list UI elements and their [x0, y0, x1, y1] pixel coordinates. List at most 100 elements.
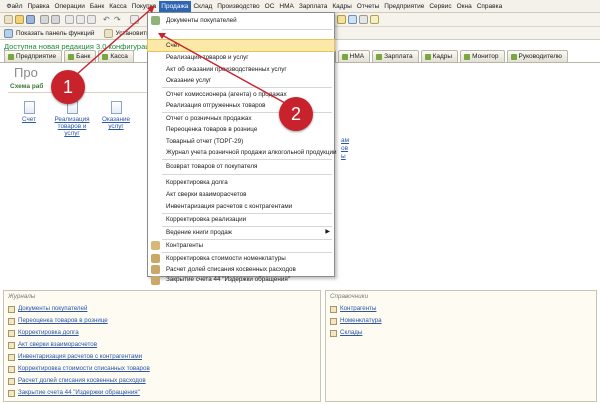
tab-intangibles[interactable]: НМА: [337, 50, 371, 62]
menu-item-settlements-inventory[interactable]: Инвентаризация расчетов с контрагентами: [148, 201, 334, 212]
journal-indirect-costs[interactable]: Расчет долей списания косвенных расходов: [8, 376, 146, 386]
cash-icon: [102, 53, 109, 60]
menu-sales[interactable]: Продажа: [158, 0, 191, 12]
menu-item-invoice[interactable]: Счет: [147, 39, 335, 52]
menu-file[interactable]: Файл: [4, 1, 25, 12]
redo-icon[interactable]: ↷: [114, 15, 121, 24]
calculator-icon[interactable]: [348, 15, 357, 24]
sales-dropdown-menu: Документы покупателей Счет Реализация то…: [147, 12, 337, 285]
menu-item-sales-adjustment[interactable]: Корректировка реализации: [148, 214, 334, 225]
calendar-icon[interactable]: [337, 15, 346, 24]
doc-sales[interactable]: Реализация товаров и услуг: [54, 101, 90, 137]
ref-nomenclature[interactable]: Номенклатура: [330, 316, 382, 326]
copy-icon[interactable]: [76, 15, 85, 24]
menu-fixed-assets[interactable]: ОС: [262, 1, 277, 12]
catalog-icon: [330, 317, 337, 325]
journal-inventory-settlements[interactable]: Инвентаризация расчетов с контрагентами: [8, 352, 142, 362]
new-document-icon[interactable]: [4, 15, 13, 24]
menu-bank[interactable]: Банк: [87, 1, 106, 12]
menu-operations[interactable]: Операции: [52, 1, 87, 12]
menu-purchase[interactable]: Покупка: [129, 1, 159, 12]
menu-warehouse[interactable]: Склад: [191, 1, 215, 12]
paste-icon[interactable]: [87, 15, 96, 24]
menu-item-debt-adjustment[interactable]: Корректировка долга: [148, 177, 334, 188]
journal-label: Инвентаризация расчетов с контрагентами: [18, 353, 143, 360]
menu-intangibles[interactable]: НМА: [277, 1, 296, 12]
menu-item-close-account-44[interactable]: Закрытие счета 44 "Издержки обращения": [148, 275, 334, 285]
submenu-arrow-icon: ▶: [325, 229, 330, 235]
menu-reports[interactable]: Отчеты: [354, 1, 381, 12]
journals-title: Журналы: [8, 293, 36, 300]
document-icon: [23, 101, 35, 114]
partial-link-1[interactable]: ам: [341, 137, 349, 144]
menu-item-label: Отчет о розничных продажах: [166, 115, 252, 122]
show-functions-panel-button[interactable]: Показать панель функций: [16, 30, 95, 37]
ref-warehouses[interactable]: Склады: [330, 328, 362, 338]
menu-item-counterparties[interactable]: Контрагенты: [148, 240, 334, 251]
menu-item-sales-book[interactable]: Ведение книги продаж ▶: [148, 227, 334, 238]
menu-item-production-services-act[interactable]: Акт об оказании производственных услуг: [148, 64, 334, 75]
journal-writeoff-cost-adjustment[interactable]: Корректировка стоимости списанных товаро…: [8, 364, 150, 374]
journal-icon: [8, 365, 15, 373]
menu-service[interactable]: Сервис: [427, 1, 454, 12]
menu-item-cost-adjustment[interactable]: Корректировка стоимости номенклатуры: [148, 253, 334, 264]
menu-item-label: Корректировка долга: [166, 179, 228, 186]
journal-close-account-44[interactable]: Закрытие счета 44 "Издержки обращения": [8, 388, 140, 398]
journal-label: Корректировка долга: [18, 329, 79, 336]
menu-help[interactable]: Справка: [474, 1, 505, 12]
tab-salary[interactable]: Зарплата: [372, 50, 419, 62]
menu-item-label: Документы покупателей: [166, 17, 237, 24]
menu-separator: [162, 29, 332, 30]
doc-services[interactable]: Оказание услуг: [100, 101, 132, 130]
settings-icon[interactable]: [359, 15, 368, 24]
menu-cash[interactable]: Касса: [107, 1, 130, 12]
tab-monitor[interactable]: Монитор: [460, 50, 505, 62]
workflow-scheme-label: Схема раб: [10, 83, 44, 90]
menu-item-alcohol-journal[interactable]: Журнал учета розничной продажи алкогольн…: [148, 147, 337, 158]
tab-hr[interactable]: Кадры: [420, 50, 459, 62]
tab-bank[interactable]: Банк: [64, 50, 97, 62]
tab-cash[interactable]: Касса: [98, 50, 134, 62]
doc-invoice[interactable]: Счет: [18, 101, 40, 123]
journal-retail-revaluation[interactable]: Переоценка товаров в рознице: [8, 316, 108, 326]
menu-item-customer-documents[interactable]: Документы покупателей: [148, 15, 334, 26]
find-icon[interactable]: [130, 15, 139, 24]
cut-icon[interactable]: [65, 15, 74, 24]
menu-item-sales[interactable]: Реализация товаров и услуг: [148, 52, 334, 63]
menu-item-reconciliation-act[interactable]: Акт сверки взаиморасчетов: [148, 189, 334, 200]
menu-item-commissioner-report[interactable]: Отчет комиссионера (агента) о продажах: [148, 89, 334, 100]
tab-label: Кадры: [432, 52, 453, 60]
journal-debt-adjustment[interactable]: Корректировка долга: [8, 328, 79, 338]
open-folder-icon[interactable]: [15, 15, 24, 24]
menu-hr[interactable]: Кадры: [330, 1, 354, 12]
menu-item-torg29[interactable]: Товарный отчет (ТОРГ-29): [148, 136, 334, 147]
menu-edit[interactable]: Правка: [25, 1, 52, 12]
menu-separator: [162, 159, 332, 160]
menu-item-indirect-costs[interactable]: Расчет долей списания косвенных расходов: [148, 264, 334, 275]
menu-item-services[interactable]: Оказание услуг: [148, 75, 334, 86]
menu-salary[interactable]: Зарплата: [296, 1, 329, 12]
menu-item-label: Реализация товаров и услуг: [166, 54, 249, 61]
undo-icon[interactable]: ↶: [103, 15, 110, 24]
menu-production[interactable]: Производство: [215, 1, 262, 12]
journal-icon: [8, 317, 15, 325]
menu-item-customer-return[interactable]: Возврат товаров от покупателя: [148, 161, 334, 172]
tab-label: Руководителю: [518, 52, 562, 60]
journal-reconciliation[interactable]: Акт сверки взаиморасчетов: [8, 340, 97, 350]
menu-item-label: Корректировка реализации: [166, 216, 247, 223]
help-icon[interactable]: [370, 15, 379, 24]
partial-link-2[interactable]: ов: [341, 145, 348, 152]
tab-enterprise[interactable]: Предприятие: [4, 50, 63, 62]
preview-icon[interactable]: [51, 15, 60, 24]
ref-counterparties[interactable]: Контрагенты: [330, 304, 376, 314]
save-icon[interactable]: [26, 15, 35, 24]
tab-manager[interactable]: Руководителю: [506, 50, 568, 62]
menu-enterprise[interactable]: Предприятие: [382, 1, 427, 12]
references-panel: Справочники Контрагенты Номенклатура Скл…: [325, 290, 597, 402]
partial-link-3[interactable]: ы: [341, 153, 346, 160]
ref-label: Номенклатура: [340, 317, 382, 324]
menu-windows[interactable]: Окна: [454, 1, 474, 12]
tab-label: НМА: [349, 52, 365, 60]
print-icon[interactable]: [40, 15, 49, 24]
journal-customer-documents[interactable]: Документы покупателей: [8, 304, 87, 314]
